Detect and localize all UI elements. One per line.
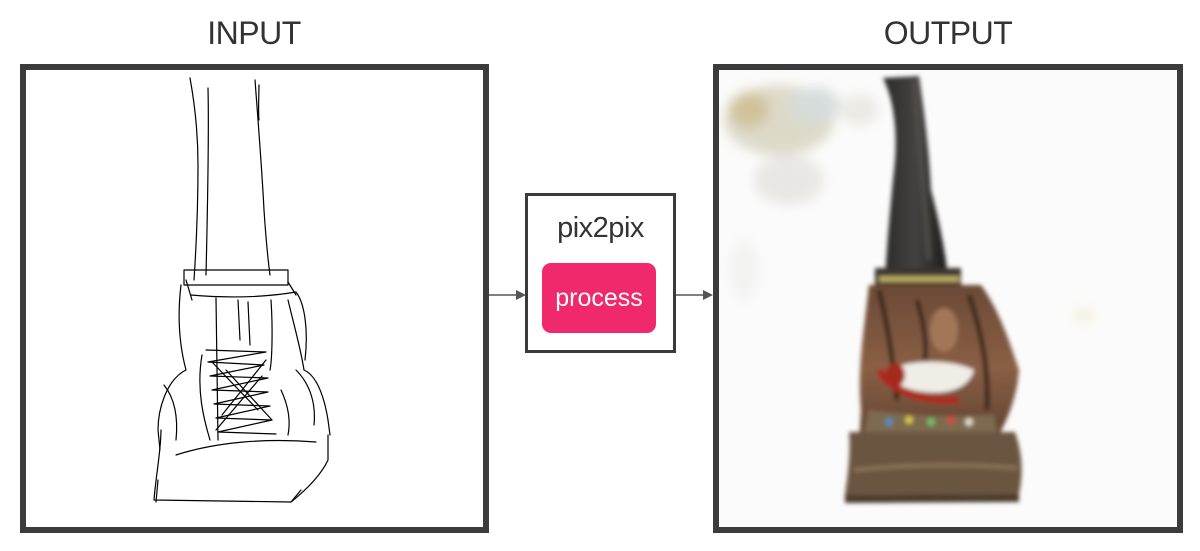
input-drawing-canvas[interactable] — [20, 64, 489, 533]
pix2pix-demo: INPUT OUTPUT pix2pix process — [0, 0, 1200, 551]
arrow-right-icon — [489, 290, 526, 300]
shoe-sketch-drawing — [153, 77, 331, 503]
generated-shoe-image — [719, 70, 1177, 527]
model-name: pix2pix — [557, 212, 644, 244]
arrow-right-icon — [676, 290, 713, 300]
output-image — [713, 64, 1183, 533]
processor-panel: pix2pix process — [525, 193, 676, 353]
output-label: OUTPUT — [883, 15, 1013, 51]
process-button[interactable]: process — [542, 263, 656, 333]
input-label: INPUT — [207, 15, 301, 51]
